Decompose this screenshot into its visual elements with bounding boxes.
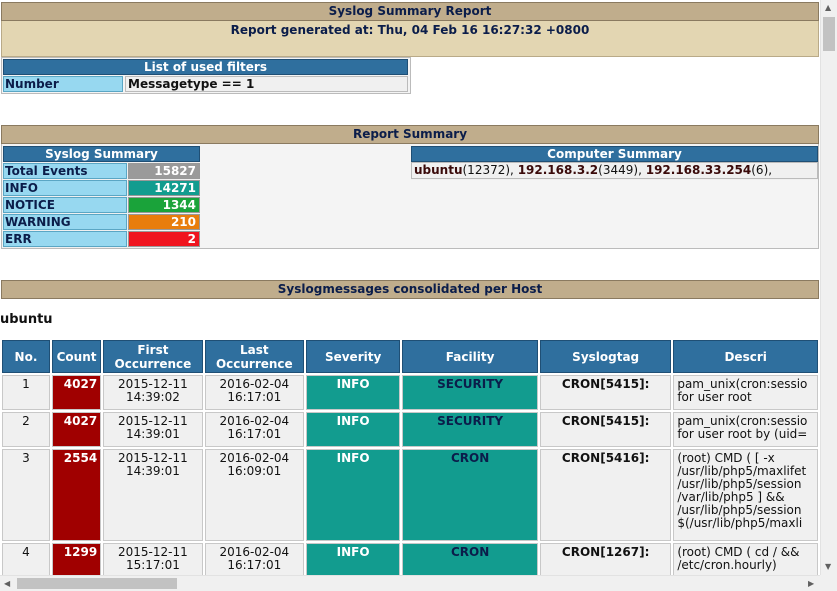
col-syslogtag[interactable]: Syslogtag [540,340,672,373]
row-number: 2 [2,412,50,447]
col-first-occurrence[interactable]: First Occurrence [103,340,203,373]
scroll-right-arrow-icon[interactable]: ▶ [808,580,814,588]
row-first-occurrence: 2015-12-11 14:39:02 [103,375,203,410]
report-generated-panel: Report generated at: Thu, 04 Feb 16 16:2… [1,21,819,57]
horizontal-scroll-thumb[interactable] [17,578,177,589]
computer-summary-table: Computer Summary ubuntu(12372), 192.168.… [411,146,818,180]
summary-label: NOTICE [3,197,127,213]
filters-title: List of used filters [3,59,408,75]
row-description[interactable]: (root) CMD ( cd / && /etc/cron.hourly) [673,543,818,575]
host-heading: ubuntu [0,312,53,327]
row-severity: INFO [306,412,401,447]
scroll-left-arrow-icon[interactable]: ◀ [4,580,10,588]
row-first-occurrence: 2015-12-11 15:17:01 [103,543,203,575]
summary-value: 210 [128,214,200,230]
scroll-down-arrow-icon[interactable]: ▼ [825,563,831,571]
row-number: 3 [2,449,50,541]
row-number: 4 [2,543,50,575]
summary-value: 2 [128,231,200,247]
messages-header-row: No. Count First Occurrence Last Occurren… [2,340,818,373]
col-count[interactable]: Count [51,340,102,373]
table-row[interactable]: 1 4027 2015-12-11 14:39:02 2016-02-04 16:17… [2,375,818,410]
row-syslogtag: CRON[5415]: [540,375,672,410]
horizontal-scrollbar[interactable]: ◀ ▶ [0,575,820,591]
computer-summary-title: Computer Summary [411,146,818,162]
row-count: 4027 [51,375,102,410]
table-row[interactable]: 3 2554 2015-12-11 14:39:01 2016-02-04 16:09… [2,449,818,541]
report-summary-title: Report Summary [1,125,819,144]
row-count: 1299 [51,543,102,575]
report-page: Syslog Summary Report Report generated a… [0,0,820,575]
computer-separator: , [510,163,518,177]
row-severity: INFO [306,375,401,410]
row-count: 2554 [51,449,102,541]
vertical-scroll-thumb[interactable] [823,17,835,51]
col-severity[interactable]: Severity [306,340,401,373]
row-last-occurrence: 2016-02-04 16:17:01 [204,375,305,410]
summary-label: WARNING [3,214,127,230]
row-facility: CRON [402,449,538,541]
col-description[interactable]: Descri [673,340,818,373]
summary-label: INFO [3,180,127,196]
row-syslogtag: CRON[5416]: [540,449,672,541]
summary-value: 14271 [128,180,200,196]
row-first-occurrence: 2015-12-11 14:39:01 [103,412,203,447]
row-last-occurrence: 2016-02-04 16:17:01 [204,543,305,575]
row-facility: CRON [402,543,538,575]
computer-host-count: (12372) [462,163,511,177]
computer-host-link[interactable]: 192.168.3.2 [518,163,598,177]
summary-value: 15827 [128,163,200,179]
computer-host-link[interactable]: 192.168.33.254 [646,163,752,177]
row-last-occurrence: 2016-02-04 16:17:01 [204,412,305,447]
vertical-scrollbar[interactable]: ▲ ▼ [820,0,837,575]
summary-label: ERR [3,231,127,247]
scroll-up-arrow-icon[interactable]: ▲ [825,4,831,12]
col-no[interactable]: No. [2,340,50,373]
messages-table: No. Count First Occurrence Last Occurren… [0,338,820,575]
table-row[interactable]: 2 4027 2015-12-11 14:39:01 2016-02-04 16:17… [2,412,818,447]
row-last-occurrence: 2016-02-04 16:09:01 [204,449,305,541]
row-number: 1 [2,375,50,410]
row-syslogtag: CRON[5415]: [540,412,672,447]
consolidated-title: Syslogmessages consolidated per Host [1,280,819,299]
computer-host-count: (3449) [598,163,639,177]
report-generated: Report generated at: Thu, 04 Feb 16 16:2… [230,23,590,37]
filter-label: Number [3,76,123,92]
row-first-occurrence: 2015-12-11 14:39:01 [103,449,203,541]
row-syslogtag: CRON[1267]: [540,543,672,575]
row-description[interactable]: (root) CMD ( [ -x /usr/lib/php5/maxlifet… [673,449,818,541]
col-last-occurrence[interactable]: Last Occurrence [204,340,305,373]
computer-host-link[interactable]: ubuntu [414,163,463,177]
col-facility[interactable]: Facility [402,340,538,373]
report-title: Syslog Summary Report [1,2,819,21]
row-facility: SECURITY [402,375,538,410]
row-description[interactable]: pam_unix(cron:sessio for user root by (u… [673,412,818,447]
computer-separator: , [638,163,646,177]
syslog-summary-table: Syslog Summary Total Events 15827 INFO 1427… [3,146,200,248]
syslog-summary-title: Syslog Summary [3,146,200,162]
summary-label: Total Events [3,163,127,179]
row-severity: INFO [306,543,401,575]
row-count: 4027 [51,412,102,447]
scrollbar-corner [820,575,837,591]
table-row[interactable]: 4 1299 2015-12-11 15:17:01 2016-02-04 16:17… [2,543,818,575]
computer-separator: , [768,163,773,177]
row-description[interactable]: pam_unix(cron:sessio for user root [673,375,818,410]
row-facility: SECURITY [402,412,538,447]
row-severity: INFO [306,449,401,541]
filter-value: Messagetype == 1 [125,76,408,92]
summary-value: 1344 [128,197,200,213]
computer-summary-list: ubuntu(12372), 192.168.3.2(3449), 192.16… [411,162,818,179]
computer-host-count: (6) [751,163,769,177]
